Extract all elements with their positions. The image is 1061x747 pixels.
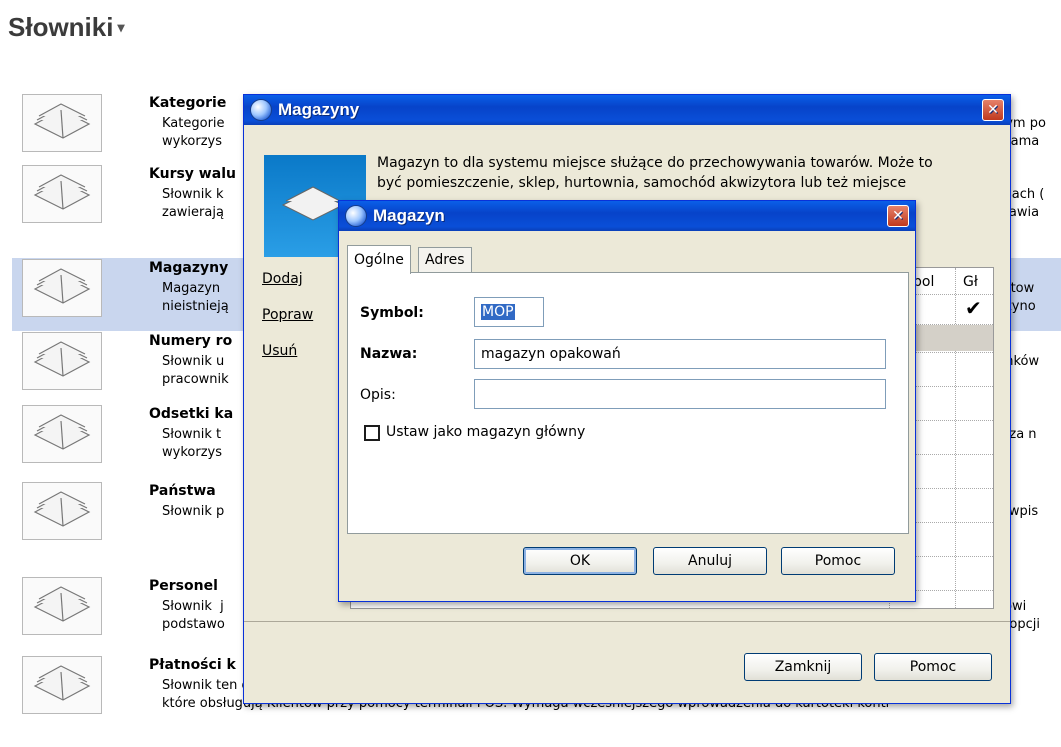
edit-link[interactable]: Popraw: [262, 307, 313, 323]
main-warehouse-label[interactable]: Ustaw jako magazyn główny: [386, 424, 585, 440]
check-icon: ✔: [965, 296, 982, 320]
close-window-button[interactable]: Zamknij: [744, 653, 862, 681]
book-icon: [22, 577, 102, 635]
dictionary-title[interactable]: Odsetki ka: [149, 406, 233, 422]
tab-general[interactable]: Ogólne: [347, 245, 411, 274]
dictionary-title[interactable]: Numery ro: [149, 333, 232, 349]
main-warehouse-checkbox[interactable]: [364, 425, 380, 441]
name-input[interactable]: magazyn opakowań: [474, 339, 886, 369]
magazyn-titlebar[interactable]: Magazyn ✕: [339, 201, 915, 231]
help-button[interactable]: Pomoc: [781, 547, 895, 575]
ok-button[interactable]: OK: [523, 547, 637, 575]
delete-link[interactable]: Usuń: [262, 343, 297, 359]
dictionary-title[interactable]: Personel: [149, 578, 218, 594]
app-icon: [250, 99, 272, 121]
dictionary-title[interactable]: Państwa: [149, 483, 216, 499]
add-link[interactable]: Dodaj: [262, 271, 303, 287]
dropdown-caret-icon[interactable]: ▾: [117, 19, 124, 36]
description-input[interactable]: [474, 379, 886, 409]
help-button[interactable]: Pomoc: [874, 653, 992, 681]
dictionary-title[interactable]: Kategorie: [149, 95, 226, 111]
book-icon: [22, 259, 102, 317]
tab-address[interactable]: Adres: [418, 247, 472, 272]
column-main[interactable]: Gł: [963, 274, 978, 290]
description-label: Opis:: [360, 387, 396, 403]
column-symbol[interactable]: bol: [913, 274, 934, 290]
tab-panel: Symbol: MOP Nazwa: magazyn opakowań Opis…: [347, 272, 909, 534]
cancel-button[interactable]: Anuluj: [653, 547, 767, 575]
magazyny-titlebar[interactable]: Magazyny ✕: [244, 95, 1010, 125]
close-button[interactable]: ✕: [982, 99, 1004, 121]
name-label: Nazwa:: [360, 346, 418, 362]
window-description: Magazyn to dla systemu miejsce służące d…: [377, 155, 933, 191]
dictionary-title[interactable]: Płatności k: [149, 657, 236, 673]
dictionary-title[interactable]: Magazyny: [149, 260, 228, 276]
book-icon: [22, 165, 102, 223]
book-icon: [22, 482, 102, 540]
page-title[interactable]: Słowniki ▾: [8, 12, 125, 43]
dictionary-title[interactable]: Kursy walu: [149, 166, 236, 182]
book-icon: [22, 94, 102, 152]
book-icon: [22, 332, 102, 390]
symbol-label: Symbol:: [360, 305, 424, 321]
symbol-input[interactable]: MOP: [474, 297, 544, 327]
magazyn-dialog: Magazyn ✕ Ogólne Adres Symbol: MOP Nazwa…: [338, 200, 916, 602]
book-icon: [22, 405, 102, 463]
app-icon: [345, 205, 367, 227]
close-button[interactable]: ✕: [887, 205, 909, 227]
book-icon: [22, 656, 102, 714]
